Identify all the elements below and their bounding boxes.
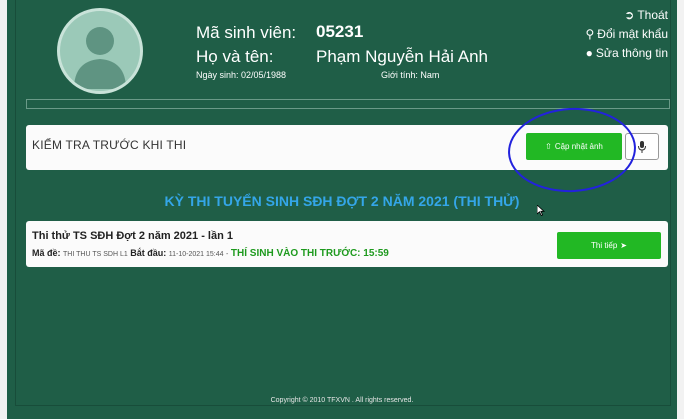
exam-code: THI THU TS SDH L1 (63, 251, 128, 258)
edit-info-link[interactable]: ● Sửa thông tin (585, 44, 668, 63)
microphone-button[interactable] (625, 133, 659, 160)
edit-info-label: Sửa thông tin (595, 46, 668, 60)
continue-exam-label: Thi tiếp (591, 241, 618, 250)
logout-link[interactable]: ➲ Thoát (586, 6, 668, 25)
microphone-icon (638, 140, 646, 153)
key-icon: ⚲ (585, 27, 595, 41)
exam-code-label: Mã đề: (32, 248, 61, 258)
user-placeholder-icon (74, 27, 126, 89)
avatar (57, 8, 143, 94)
change-password-label: Đổi mật khẩu (597, 27, 668, 41)
update-photo-button[interactable]: ⇧ Cập nhật ảnh (526, 133, 622, 160)
mouse-cursor-icon (537, 205, 546, 216)
upload-icon: ⇧ (545, 142, 552, 151)
divider-bar (26, 99, 670, 109)
exam-name: Thi thử TS SĐH Đợt 2 năm 2021 - lần 1 (32, 230, 233, 242)
logout-label: Thoát (637, 8, 668, 22)
continue-exam-button[interactable]: Thi tiếp ➤ (557, 232, 661, 259)
precheck-title: KIỂM TRA TRƯỚC KHI THI (32, 138, 187, 152)
footer-copyright: Copyright © 2010 TFXVN . All rights rese… (270, 397, 414, 404)
header-links: ➲ Thoát ⚲ Đổi mật khẩu ● Sửa thông tin (586, 6, 669, 63)
exam-session-title: KỲ THI TUYỂN SINH SĐH ĐỢT 2 NĂM 2021 (TH… (164, 193, 520, 209)
arrow-right-circle-icon: ➤ (620, 241, 627, 250)
name-label: Họ và tên: (196, 47, 274, 66)
separator: - (226, 251, 229, 258)
student-id-value: 05231 (316, 22, 364, 41)
dob-text: Ngày sinh: 02/05/1988 (196, 70, 287, 80)
start-label: Bắt đầu: (130, 248, 167, 258)
precheck-panel: KIỂM TRA TRƯỚC KHI THI ⇧ Cập nhật ảnh (26, 125, 668, 170)
exam-panel: Thi thử TS SĐH Đợt 2 năm 2021 - lần 1 Mã… (26, 221, 668, 267)
user-edit-icon: ● (585, 46, 593, 60)
gender-text: Giới tính: Nam (381, 70, 440, 80)
start-time: 11-10-2021 15:44 (168, 251, 224, 258)
student-id-label: Mã sinh viên: (196, 23, 297, 42)
name-value: Phạm Nguyễn Hải Anh (316, 47, 488, 66)
update-photo-label: Cập nhật ảnh (554, 142, 603, 151)
change-password-link[interactable]: ⚲ Đổi mật khẩu (586, 25, 669, 44)
exam-detail: Mã đề: THI THU TS SDH L1 Bắt đầu: 11-10-… (32, 248, 389, 259)
sign-out-icon: ➲ (624, 8, 635, 22)
entry-notice: THÍ SINH VÀO THI TRƯỚC: 15:59 (230, 248, 389, 259)
